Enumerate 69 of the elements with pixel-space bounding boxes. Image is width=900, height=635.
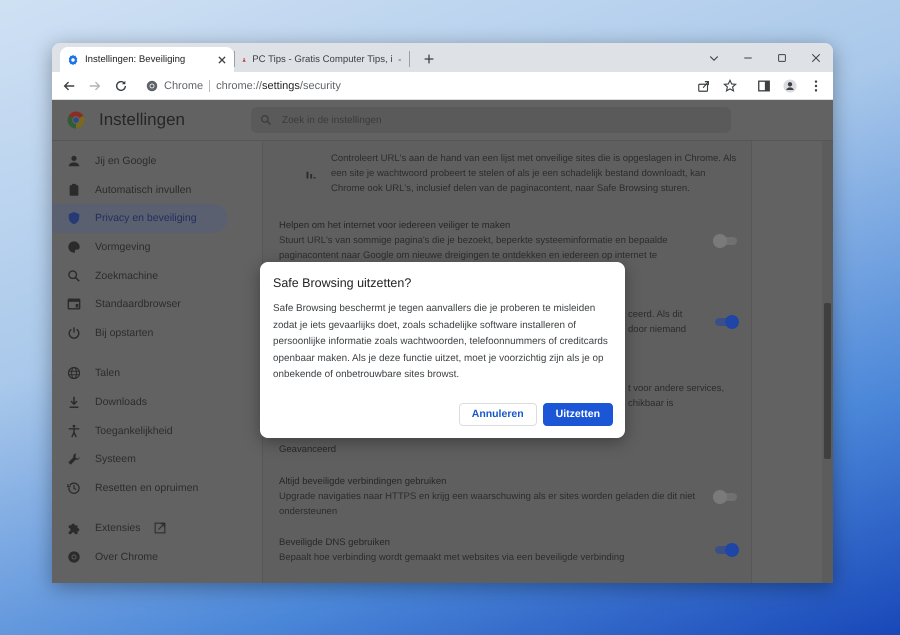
toggle-switch[interactable] [713, 490, 739, 504]
sidebar-label: Standaardbrowser [95, 298, 181, 310]
sidebar-item[interactable]: Systeem [52, 444, 228, 474]
puzzle-icon [67, 521, 81, 536]
close-icon[interactable] [810, 52, 822, 64]
site-chip[interactable]: Chrome [164, 80, 204, 92]
sidebar-label: Extensies [95, 522, 141, 534]
sidebar-item[interactable]: Toegankelijkheid [52, 416, 228, 445]
search-icon [67, 268, 81, 283]
section-heading: Geavanceerd [279, 443, 338, 457]
browser-tab[interactable]: PC Tips - Gratis Computer Tips, i [235, 47, 409, 72]
toggle-switch[interactable] [713, 234, 739, 248]
scrollbar-thumb[interactable] [824, 303, 831, 459]
palette-icon [67, 240, 81, 254]
shield-icon [67, 211, 81, 226]
sidebar-label: Zoekmachine [95, 270, 158, 282]
sidebar-item[interactable]: Extensies [52, 514, 228, 543]
setting-title: Beveiligde DNS gebruiken [279, 536, 391, 550]
close-icon[interactable] [217, 54, 227, 64]
profile-icon[interactable] [783, 78, 797, 92]
toggle-switch[interactable] [713, 543, 739, 557]
sidebar-label: Systeem [95, 453, 136, 466]
wrench-icon [67, 452, 81, 466]
clipboard-icon [67, 182, 81, 197]
scrollbar[interactable] [822, 141, 833, 583]
maximize-icon[interactable] [776, 52, 788, 64]
confirm-button[interactable]: Uitzetten [542, 402, 613, 426]
star-icon[interactable] [723, 78, 737, 92]
sidebar-label: Vormgeving [95, 241, 150, 254]
new-tab-button[interactable]: + [416, 47, 442, 72]
sidebar-item[interactable]: Downloads [52, 388, 228, 416]
sidebar-item[interactable]: Standaardbrowser [52, 290, 228, 319]
sidebar-label: Privacy en beveiliging [95, 212, 197, 224]
sidebar-item[interactable]: Vormgeving [52, 232, 228, 262]
accessibility-icon [67, 424, 81, 438]
sidebar-item[interactable]: Over Chrome [52, 542, 228, 572]
reload-icon[interactable] [114, 78, 128, 92]
browser-tab[interactable]: Instellingen: Beveiliging [60, 47, 234, 72]
sidebar-item[interactable]: Privacy en beveiliging [52, 204, 228, 233]
setting-title: Helpen om het internet voor iedereen veiliger te maken [279, 219, 512, 233]
sidebar-label: Bij opstarten [95, 326, 154, 339]
chrome-logo-icon [67, 111, 85, 129]
browser-window-icon [67, 297, 81, 312]
sidebar-label: Downloads [95, 396, 147, 408]
history-icon [67, 480, 81, 495]
person-icon [67, 154, 81, 168]
dialog-message: Safe Browsing beschermt je tegen aanvallers die je proberen te misleiden zodat je iets gevaarlijks doet, zoals schadelijke software installeren of persoonlijke informatie zoals wachtwoorden, telefoonnummers of creditcards openbaar maken. Als je deze functie uitzet, moet je voorzichtig zijn als je op onbekende of onbetrouwbare sites browst. [273, 302, 609, 382]
gear-icon [67, 54, 79, 66]
dialog-title: Safe Browsing uitzetten? [273, 276, 412, 290]
power-icon [67, 326, 81, 340]
sidebar-item[interactable]: Zoekmachine [52, 261, 228, 290]
side-panel-icon[interactable] [757, 78, 771, 92]
download-icon [67, 395, 81, 410]
cancel-button[interactable]: Annuleren [458, 402, 537, 426]
chrome-logo-icon [67, 550, 81, 564]
sidebar-label: Toegankelijkheid [95, 424, 173, 437]
share-icon[interactable] [697, 78, 711, 92]
globe-icon [67, 366, 81, 380]
settings-title: Instellingen [99, 110, 186, 130]
sidebar-item[interactable]: Bij opstarten [52, 318, 228, 348]
toggle-switch[interactable] [713, 315, 739, 329]
back-arrow-icon[interactable] [62, 78, 76, 92]
sidebar-label: Automatisch invullen [95, 184, 192, 196]
setting-title: Altijd beveiligde verbindingen gebruiken [279, 475, 448, 489]
search-icon [260, 114, 272, 126]
sidebar-item[interactable]: Automatisch invullen [52, 176, 228, 204]
url-text: chrome://settings/security [216, 80, 341, 92]
chrome-logo-icon [146, 80, 158, 92]
sidebar-label: Over Chrome [95, 551, 158, 564]
